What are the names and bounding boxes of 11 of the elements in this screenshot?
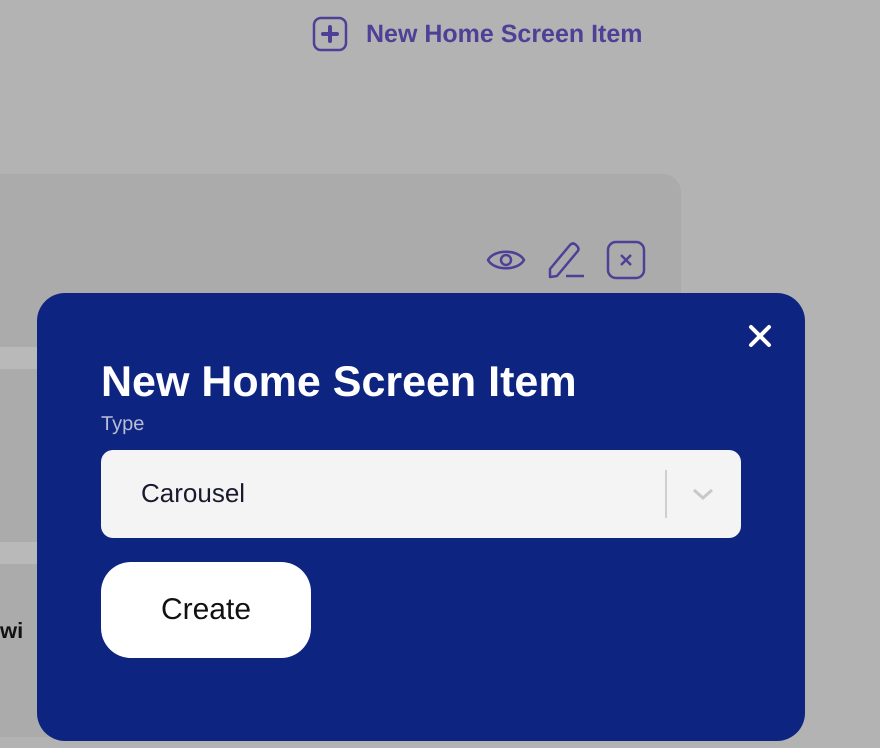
item-title: wi — [0, 618, 24, 644]
create-button[interactable]: Create — [101, 562, 311, 658]
type-dropdown[interactable]: Carousel — [101, 450, 741, 538]
plus-icon — [312, 16, 348, 52]
delete-icon[interactable] — [606, 240, 646, 280]
modal-title: New Home Screen Item — [101, 357, 577, 408]
close-icon[interactable] — [748, 324, 772, 348]
edit-icon[interactable] — [546, 240, 586, 280]
new-item-button[interactable]: New Home Screen Item — [312, 16, 642, 52]
chevron-icon — [692, 488, 714, 500]
field-label: Type — [101, 412, 144, 436]
